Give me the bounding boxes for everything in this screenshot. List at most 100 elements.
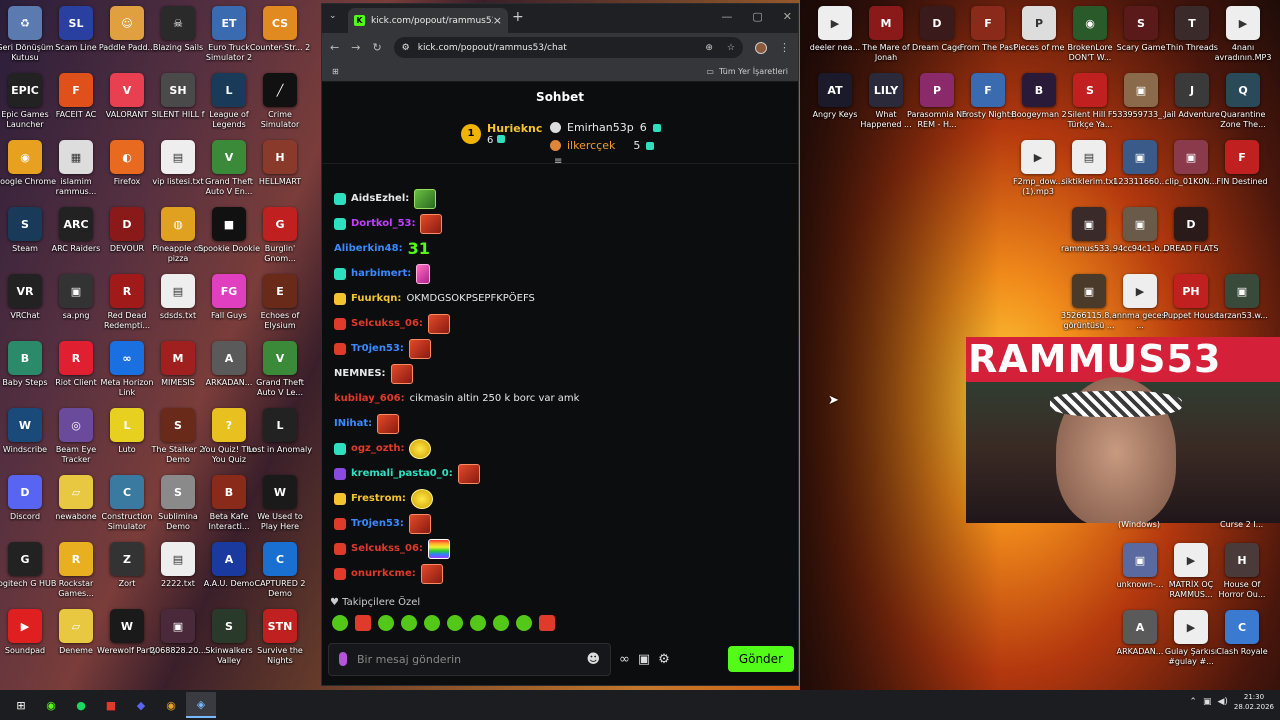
emote-icon[interactable]: [493, 615, 509, 631]
spotify-icon[interactable]: ●: [66, 692, 96, 718]
emote-icon[interactable]: [516, 615, 532, 631]
chat-message[interactable]: Dortkol_53:: [322, 211, 798, 236]
leaderboard-first[interactable]: 1 Hurieknc 6: [461, 122, 542, 146]
chat-username[interactable]: NEMNES:: [334, 368, 386, 379]
chat-message[interactable]: harbimert:: [322, 261, 798, 286]
close-window-icon[interactable]: ✕: [783, 10, 792, 23]
back-icon[interactable]: ←: [330, 41, 339, 54]
send-button[interactable]: Gönder: [727, 646, 794, 672]
chat-username[interactable]: Tr0jen53:: [351, 343, 404, 354]
emote-icon[interactable]: [355, 615, 371, 631]
desktop-icon[interactable]: CS Counter-Str... 2: [248, 3, 312, 67]
start-button-icon[interactable]: ⊞: [6, 692, 36, 718]
zoom-icon[interactable]: ⊕: [705, 43, 713, 53]
desktop-icon[interactable]: V Grand Theft Auto V Le...: [248, 338, 312, 402]
chat-username[interactable]: onurrkcme:: [351, 568, 416, 579]
desktop-icon[interactable]: L Lost in Anomaly: [248, 405, 312, 469]
taskbar-app-icon[interactable]: ■: [96, 692, 126, 718]
chat-message[interactable]: Aliberkin48: 31: [322, 236, 798, 261]
chat-username[interactable]: Selcukss_06:: [351, 543, 423, 554]
chat-username[interactable]: Dortkol_53:: [351, 218, 415, 229]
forward-icon[interactable]: →: [351, 41, 360, 54]
tray-arrow-icon[interactable]: ⌃: [1189, 697, 1197, 707]
desktop-icon[interactable]: ▶ 4nanı avradının.MP3: [1211, 3, 1275, 67]
desktop-icon[interactable]: Q Quarantine Zone The...: [1211, 70, 1275, 134]
address-bar[interactable]: ⚙ kick.com/popout/rammus53/chat ⊕ ☆: [393, 37, 743, 58]
site-info-icon[interactable]: ⚙: [402, 43, 410, 53]
chat-username[interactable]: Selcukss_06:: [351, 318, 423, 329]
taskbar-app-icon[interactable]: ◉: [36, 692, 66, 718]
chat-username[interactable]: Fuurkqn:: [351, 293, 401, 304]
chat-message[interactable]: kubilay_606: cikmasin altin 250 k borc va…: [322, 386, 798, 411]
volume-icon[interactable]: ◀): [1217, 697, 1227, 707]
chat-username[interactable]: INihat:: [334, 418, 372, 429]
chat-message[interactable]: AidsEzhel:: [322, 186, 798, 211]
menu-icon[interactable]: ⋮: [779, 41, 790, 54]
close-tab-icon[interactable]: ×: [493, 14, 502, 27]
desktop-icon[interactable]: STN Survive the Nights: [248, 606, 312, 670]
tab-search-icon[interactable]: ⌄: [329, 11, 337, 21]
maximize-icon[interactable]: ▢: [752, 10, 762, 23]
chat-message[interactable]: Tr0jen53:: [322, 511, 798, 536]
clock[interactable]: 21:30 28.02.2026: [1234, 692, 1274, 712]
chat-message[interactable]: Selcukss_06:: [322, 311, 798, 336]
desktop-icon[interactable]: W We Used to Play Here: [248, 472, 312, 536]
all-bookmarks[interactable]: ▭ Tüm Yer İşaretleri: [706, 67, 788, 76]
desktop-icon[interactable]: H HELLMART: [248, 137, 312, 201]
emote-icon[interactable]: [332, 615, 348, 631]
emote-icon[interactable]: [401, 615, 417, 631]
chat-message[interactable]: onurrkcme:: [322, 561, 798, 586]
chat-message[interactable]: Fuurkqn: OKMDGSOKPSEPFKPÖEFS: [322, 286, 798, 311]
emoji-icon[interactable]: ☻: [586, 652, 600, 667]
chat-username[interactable]: Frestrom:: [351, 493, 406, 504]
desktop-icon[interactable]: G Burglin' Gnom...: [248, 204, 312, 268]
browser-tab[interactable]: K kick.com/popout/rammus53/c ×: [348, 8, 508, 33]
chat-message[interactable]: Selcukss_06:: [322, 536, 798, 561]
settings-gear-icon[interactable]: ⚙: [658, 652, 670, 667]
leaderboard-third[interactable]: ilkercçek 5: [550, 139, 655, 152]
apps-icon[interactable]: ⊞: [332, 67, 339, 76]
network-icon[interactable]: ▣: [1203, 697, 1212, 707]
chat-username[interactable]: Tr0jen53:: [351, 518, 404, 529]
chat-message[interactable]: INihat:: [322, 411, 798, 436]
steam-icon[interactable]: ◈: [186, 692, 216, 718]
expand-pinned-icon[interactable]: ≡: [554, 156, 562, 167]
chat-username[interactable]: Aliberkin48:: [334, 243, 403, 254]
gift-box-icon[interactable]: ▣: [638, 652, 650, 667]
desktop-icon[interactable]: ▣ tarzan53.w...: [1210, 271, 1274, 335]
reload-icon[interactable]: ↻: [372, 41, 381, 54]
desktop-icon[interactable]: H House Of Horror Ou...: [1210, 540, 1274, 604]
profile-avatar[interactable]: [755, 41, 767, 54]
new-tab-icon[interactable]: +: [512, 9, 524, 25]
desktop-icon[interactable]: D DREAD FLATS: [1159, 204, 1223, 268]
discord-icon[interactable]: ◆: [126, 692, 156, 718]
chat-message[interactable]: Tr0jen53:: [322, 336, 798, 361]
chrome-icon[interactable]: ◉: [156, 692, 186, 718]
chat-username[interactable]: AidsEzhel:: [351, 193, 409, 204]
desktop-icon[interactable]: E Echoes of Elysium: [248, 271, 312, 335]
emote-icon[interactable]: [447, 615, 463, 631]
chat-message[interactable]: kremali_pasta0_0:: [322, 461, 798, 486]
mic-icon[interactable]: [339, 652, 347, 666]
bookmark-star-icon[interactable]: ☆: [727, 43, 735, 53]
minimize-icon[interactable]: —: [721, 10, 732, 23]
desktop-icon[interactable]: C CAPTURED 2 Demo: [248, 539, 312, 603]
chat-message[interactable]: Frestrom:: [322, 486, 798, 511]
desktop-icon[interactable]: C Clash Royale: [1210, 607, 1274, 671]
chat-username[interactable]: kremali_pasta0_0:: [351, 468, 453, 479]
desktop-icon[interactable]: F FIN Destined: [1210, 137, 1274, 201]
emote-icon[interactable]: [470, 615, 486, 631]
chat-message[interactable]: ogz_ozth:: [322, 436, 798, 461]
app-icon: M: [161, 341, 195, 375]
chat-input[interactable]: Bir mesaj gönderin ☻: [328, 642, 611, 676]
chat-username[interactable]: harbimert:: [351, 268, 411, 279]
emote-icon[interactable]: [378, 615, 394, 631]
kick-emote-icon[interactable]: ∞: [619, 652, 630, 667]
chat-username[interactable]: kubilay_606:: [334, 393, 405, 404]
desktop-icon[interactable]: ╱ Crime Simulator: [248, 70, 312, 134]
leaderboard-second[interactable]: Emirhan53p 6: [550, 121, 661, 134]
emote-icon[interactable]: [539, 615, 555, 631]
emote-icon[interactable]: [424, 615, 440, 631]
chat-username[interactable]: ogz_ozth:: [351, 443, 404, 454]
chat-message[interactable]: NEMNES:: [322, 361, 798, 386]
